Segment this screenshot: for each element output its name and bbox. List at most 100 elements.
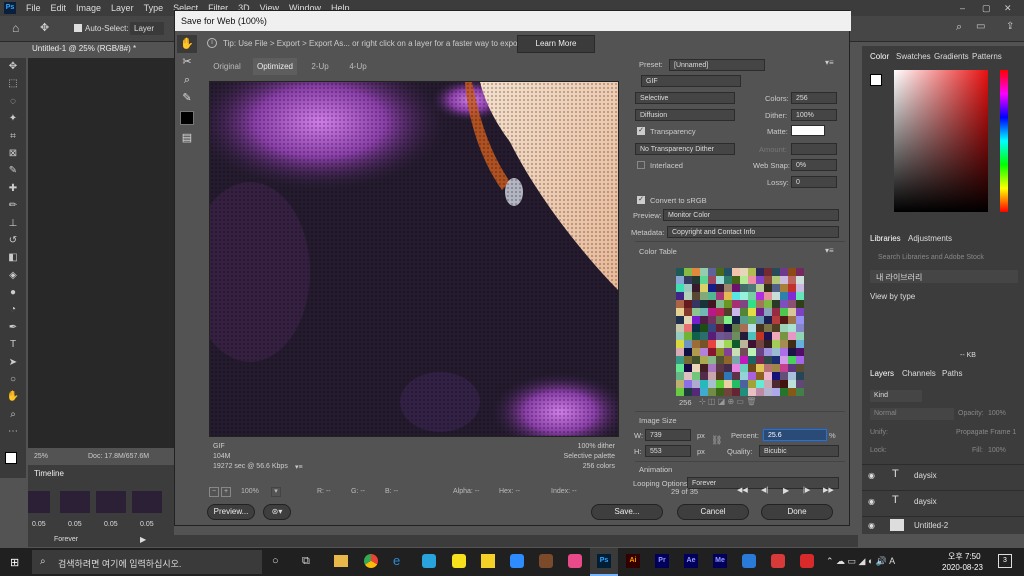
color-swatch[interactable] <box>676 276 684 284</box>
color-swatch[interactable] <box>772 356 780 364</box>
zoom-level[interactable]: 25% <box>34 453 48 460</box>
color-swatch[interactable] <box>732 300 740 308</box>
reduction-select[interactable]: Selective <box>635 92 735 104</box>
metadata-select[interactable]: Copyright and Contact Info <box>667 226 839 238</box>
color-swatch[interactable] <box>764 300 772 308</box>
color-swatch[interactable] <box>788 268 796 276</box>
color-swatch[interactable] <box>756 388 764 396</box>
color-swatch[interactable] <box>764 316 772 324</box>
color-swatch[interactable] <box>708 388 716 396</box>
app-icon[interactable] <box>771 554 785 568</box>
color-swatch[interactable] <box>708 380 716 388</box>
color-swatch[interactable] <box>676 332 684 340</box>
frame-delay[interactable]: 0.05 <box>32 521 46 528</box>
color-swatch[interactable] <box>796 292 804 300</box>
color-swatch[interactable] <box>788 316 796 324</box>
color-swatch[interactable] <box>684 372 692 380</box>
color-swatch[interactable] <box>700 388 708 396</box>
color-swatch[interactable] <box>772 268 780 276</box>
color-swatch[interactable] <box>692 300 700 308</box>
view-by-type[interactable]: View by type <box>870 292 915 301</box>
color-swatch[interactable] <box>740 388 748 396</box>
color-swatch[interactable] <box>716 348 724 356</box>
color-swatch[interactable] <box>756 324 764 332</box>
color-swatch[interactable] <box>700 356 708 364</box>
matte-swatch[interactable] <box>791 125 825 136</box>
healing-icon[interactable]: ✚ <box>0 180 26 197</box>
preview-color-select[interactable]: Monitor Color <box>663 209 839 221</box>
opacity-value[interactable]: 100% <box>988 410 1006 417</box>
color-swatch[interactable] <box>748 300 756 308</box>
after-effects-icon[interactable]: Ae <box>684 554 698 568</box>
color-swatch[interactable] <box>700 380 708 388</box>
color-swatch[interactable] <box>748 364 756 372</box>
color-swatch[interactable] <box>780 388 788 396</box>
color-swatch[interactable] <box>740 332 748 340</box>
cortana-icon[interactable]: ○ <box>272 555 279 567</box>
app-icon[interactable] <box>742 554 756 568</box>
blend-mode[interactable]: Normal <box>870 408 954 420</box>
color-swatch[interactable] <box>764 284 772 292</box>
color-swatch[interactable] <box>692 284 700 292</box>
color-swatch[interactable] <box>796 300 804 308</box>
chrome-icon[interactable] <box>364 554 378 568</box>
tab-swatches[interactable]: Swatches <box>896 52 931 61</box>
color-swatch[interactable] <box>764 340 772 348</box>
color-swatch[interactable] <box>724 300 732 308</box>
color-swatch[interactable] <box>756 284 764 292</box>
color-swatch[interactable] <box>740 300 748 308</box>
color-swatch[interactable] <box>780 348 788 356</box>
color-swatch[interactable] <box>740 364 748 372</box>
color-swatch[interactable] <box>764 268 772 276</box>
color-swatch[interactable] <box>692 340 700 348</box>
color-swatch[interactable] <box>676 380 684 388</box>
color-swatch[interactable] <box>676 324 684 332</box>
library-search[interactable]: Search Libraries and Adobe Stock <box>878 254 984 261</box>
color-swatch[interactable] <box>716 380 724 388</box>
color-swatch[interactable] <box>740 380 748 388</box>
eyedropper-tool-icon[interactable]: ✎ <box>177 89 197 107</box>
color-swatch[interactable] <box>716 276 724 284</box>
color-swatch[interactable] <box>780 340 788 348</box>
tab-optimized[interactable]: Optimized <box>253 58 297 75</box>
transparency-dither-select[interactable]: No Transparency Dither <box>635 143 735 155</box>
preset-menu-icon[interactable]: ▾≡ <box>825 58 834 67</box>
interlaced-checkbox[interactable] <box>637 161 645 169</box>
color-swatch[interactable] <box>708 356 716 364</box>
color-swatch[interactable] <box>740 324 748 332</box>
brush-icon[interactable]: ✏ <box>0 197 26 214</box>
color-swatch[interactable] <box>772 340 780 348</box>
color-swatch[interactable] <box>684 276 692 284</box>
color-swatch[interactable] <box>732 364 740 372</box>
layer-name[interactable]: daysix <box>914 497 937 506</box>
timeline-frame[interactable] <box>60 491 90 513</box>
color-swatch[interactable] <box>740 284 748 292</box>
color-swatch[interactable] <box>772 300 780 308</box>
layer-row[interactable]: ◉ Untitled-2 <box>862 516 1024 534</box>
color-swatch[interactable] <box>708 276 716 284</box>
color-swatch[interactable] <box>756 292 764 300</box>
color-swatch[interactable] <box>692 308 700 316</box>
color-swatch[interactable] <box>724 348 732 356</box>
premiere-icon[interactable]: Pr <box>655 554 669 568</box>
color-swatch[interactable] <box>788 292 796 300</box>
colors-select[interactable]: 256 <box>791 92 837 104</box>
color-swatch[interactable] <box>756 372 764 380</box>
color-swatch[interactable] <box>724 388 732 396</box>
color-swatch[interactable] <box>716 356 724 364</box>
lasso-icon[interactable]: ◌ <box>0 93 26 110</box>
zoom-select[interactable]: 100% <box>241 488 259 495</box>
tab-channels[interactable]: Channels <box>902 369 936 378</box>
color-swatch[interactable] <box>700 364 708 372</box>
hand-icon[interactable]: ✋ <box>0 388 26 405</box>
color-swatch[interactable] <box>740 356 748 364</box>
color-swatch[interactable] <box>700 340 708 348</box>
zoom-in-icon[interactable]: + <box>221 487 231 497</box>
tray-icons[interactable]: ⌃ ☁ ▭ ◢ ◐ 🔊 A <box>826 556 895 567</box>
dodge-icon[interactable]: ◔ <box>0 301 26 318</box>
color-swatch[interactable] <box>756 300 764 308</box>
color-swatch[interactable] <box>692 332 700 340</box>
play-animation-icon[interactable]: ▶ <box>783 486 789 495</box>
color-fg-swatch[interactable] <box>870 74 882 86</box>
color-swatch[interactable] <box>796 372 804 380</box>
